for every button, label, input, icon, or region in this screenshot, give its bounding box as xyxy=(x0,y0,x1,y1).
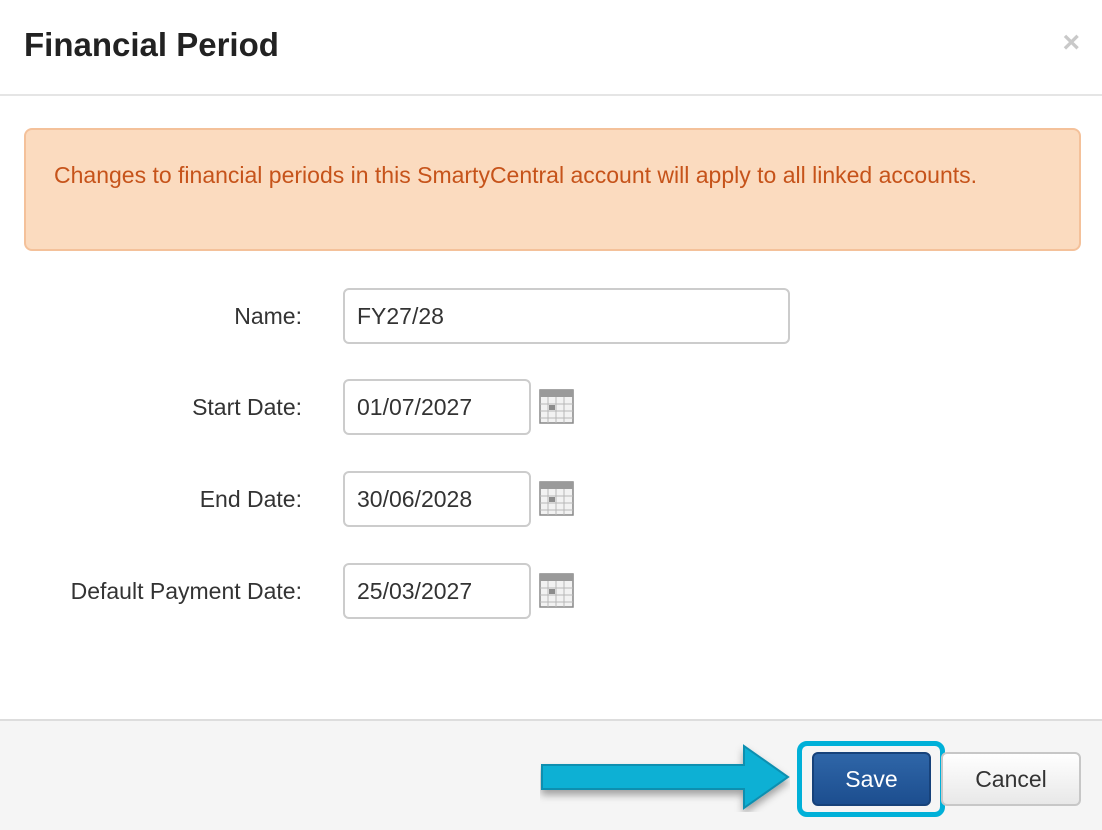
default-payment-date-label: Default Payment Date: xyxy=(70,578,302,604)
close-icon[interactable]: × xyxy=(1062,28,1080,58)
start-date-input[interactable] xyxy=(343,379,531,435)
form-row-default-payment-date: Default Payment Date: xyxy=(0,563,1102,619)
calendar-icon[interactable] xyxy=(539,389,574,424)
calendar-icon[interactable] xyxy=(539,573,574,608)
save-button[interactable]: Save xyxy=(812,752,931,806)
pointer-arrow-icon xyxy=(541,744,790,810)
dialog-header: Financial Period × xyxy=(0,0,1102,96)
dialog-title: Financial Period xyxy=(24,26,279,63)
end-date-input[interactable] xyxy=(343,471,531,527)
form-row-start-date: Start Date: xyxy=(0,379,1102,435)
form-row-end-date: End Date: xyxy=(0,471,1102,527)
financial-period-dialog: Financial Period × Changes to financial … xyxy=(0,0,1102,830)
warning-alert: Changes to financial periods in this Sma… xyxy=(24,128,1081,251)
name-input[interactable] xyxy=(343,288,790,344)
cancel-button[interactable]: Cancel xyxy=(941,752,1081,806)
name-label: Name: xyxy=(234,303,302,329)
calendar-icon[interactable] xyxy=(539,481,574,516)
default-payment-date-input[interactable] xyxy=(343,563,531,619)
end-date-label: End Date: xyxy=(199,486,302,512)
start-date-label: Start Date: xyxy=(192,394,302,420)
form-row-name: Name: xyxy=(0,288,1102,344)
